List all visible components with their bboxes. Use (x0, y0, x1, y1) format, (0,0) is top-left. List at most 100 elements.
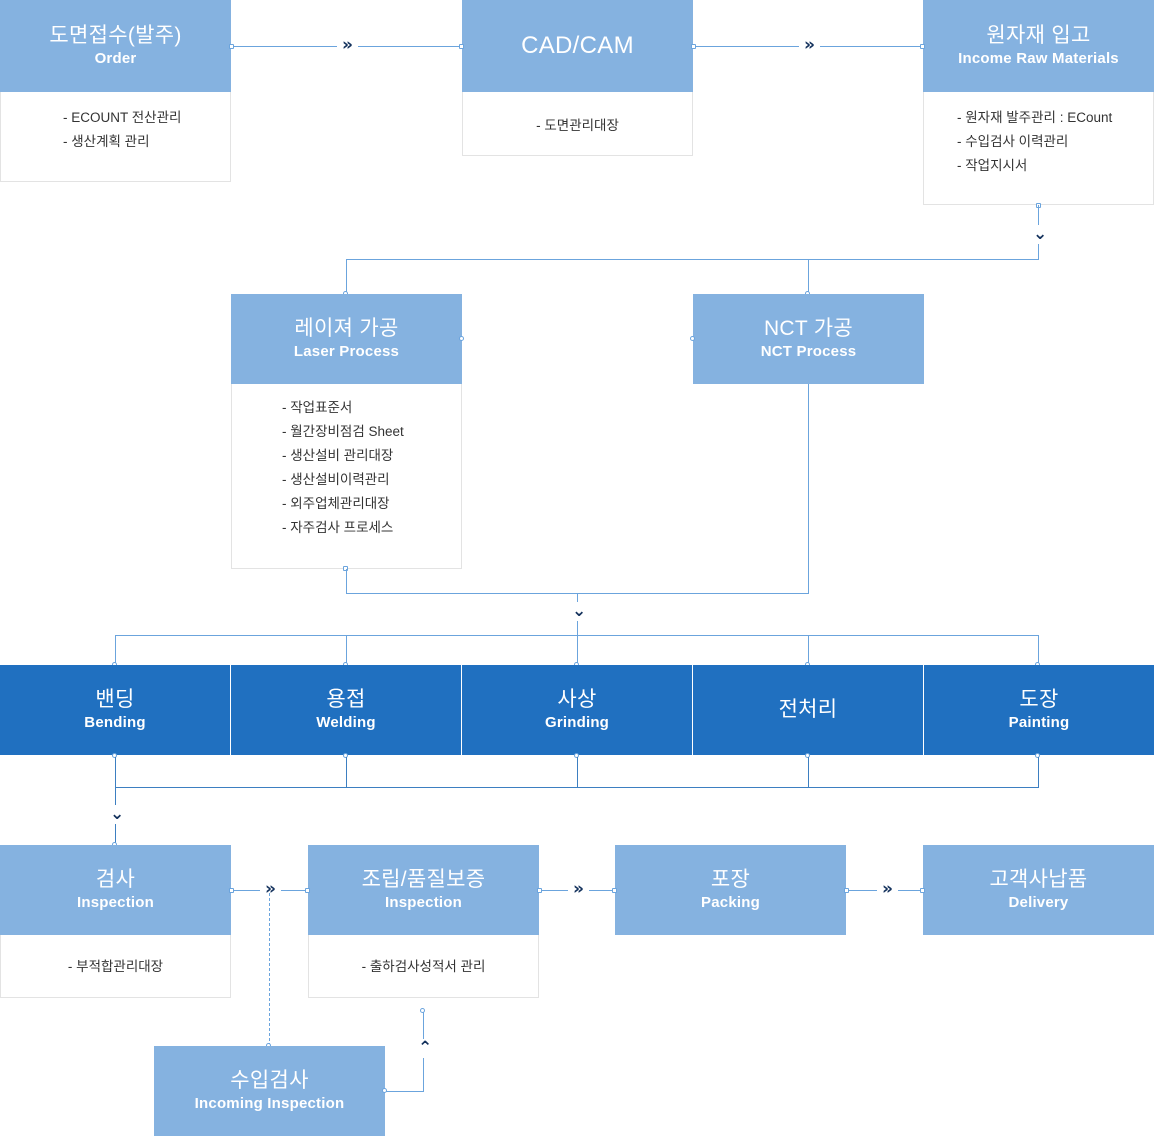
node-welding[interactable]: 용접 Welding (231, 665, 461, 755)
node-raw-materials[interactable]: 원자재 입고 Income Raw Materials - 원자재 발주관리 :… (923, 0, 1154, 205)
node-assembly-qa-header: 조립/품질보증 Inspection (308, 845, 539, 935)
node-nct-process[interactable]: NCT 가공 NCT Process (693, 294, 924, 384)
detail-item: - 부적합관리대장 (67, 959, 164, 974)
detail-item: - 생산계획 관리 (63, 134, 150, 149)
node-welding-header: 용접 Welding (231, 665, 461, 755)
node-nct-title-en: NCT Process (760, 342, 857, 360)
node-painting-header: 도장 Painting (924, 665, 1154, 755)
node-bending-title-en: Bending (84, 713, 146, 731)
connector-laser-down (346, 569, 347, 593)
node-bending-title-kr: 밴딩 (95, 688, 135, 712)
connector-welding-down (346, 757, 347, 787)
connector-branch-to-pretreat (808, 635, 809, 665)
node-pretreatment-title-kr: 전처리 (778, 698, 838, 722)
node-nct-title-kr: NCT 가공 (763, 317, 854, 341)
node-bending-header: 밴딩 Bending (0, 665, 230, 755)
node-raw-materials-title-kr: 원자재 입고 (986, 24, 1091, 48)
node-order-title-en: Order (94, 49, 137, 67)
node-inspection-details: - 부적합관리대장 (0, 935, 231, 998)
connector-branch-to-welding (346, 635, 347, 665)
detail-item: - 출하검사성적서 관리 (361, 959, 486, 974)
node-grinding[interactable]: 사상 Grinding (462, 665, 692, 755)
node-laser-details: - 작업표준서 - 월간장비점검 Sheet - 생산설비 관리대장 - 생산설… (231, 384, 462, 569)
detail-item: - 자주검사 프로세스 (282, 520, 394, 535)
connector-endpoint-dot (844, 888, 849, 893)
process-flow-diagram: 도면접수(발주) Order - ECOUNT 전산관리 - 생산계획 관리 C… (0, 0, 1154, 1137)
arrow-down-icon: ⌄ (1031, 224, 1050, 244)
connector-incoming-return-h (386, 1091, 424, 1092)
detail-item: - ECOUNT 전산관리 (63, 110, 182, 125)
node-assembly-qa[interactable]: 조립/품질보증 Inspection - 출하검사성적서 관리 (308, 845, 539, 998)
arrow-right-icon: » (877, 881, 898, 898)
node-cadcam-details: - 도면관리대장 (462, 92, 693, 156)
node-assembly-qa-title-en: Inspection (384, 893, 462, 911)
detail-item: - 도면관리대장 (536, 118, 619, 133)
node-pretreatment-header: 전처리 (693, 665, 923, 755)
node-laser-title-kr: 레이져 가공 (294, 317, 399, 341)
arrow-right-icon: » (337, 37, 358, 54)
node-incoming-inspection-title-en: Incoming Inspection (194, 1094, 345, 1112)
node-laser-title-en: Laser Process (293, 342, 400, 360)
connector-bending-down (115, 757, 116, 787)
node-packing[interactable]: 포장 Packing (615, 845, 846, 935)
node-raw-materials-details: - 원자재 발주관리 : ECount - 수입검사 이력관리 - 작업지시서 (923, 92, 1154, 205)
node-welding-title-kr: 용접 (326, 688, 366, 712)
node-cadcam-title-kr: CAD/CAM (521, 31, 634, 59)
node-order-header: 도면접수(발주) Order (0, 0, 231, 92)
detail-item: - 외주업체관리대장 (282, 496, 390, 511)
connector-nct-down (808, 384, 809, 593)
connector-endpoint-dot (420, 1008, 425, 1013)
connector-endpoint-dot (459, 44, 464, 49)
node-assembly-qa-details: - 출하검사성적서 관리 (308, 935, 539, 998)
connector-branch-to-bending (115, 635, 116, 665)
node-order-details: - ECOUNT 전산관리 - 생산계획 관리 (0, 92, 231, 182)
connector-endpoint-dot (459, 336, 464, 341)
node-painting[interactable]: 도장 Painting (924, 665, 1154, 755)
node-laser-header: 레이져 가공 Laser Process (231, 294, 462, 384)
node-cadcam-header: CAD/CAM (462, 0, 693, 92)
arrow-right-icon: » (260, 881, 281, 898)
node-incoming-inspection-header: 수입검사 Incoming Inspection (154, 1046, 385, 1136)
node-painting-title-kr: 도장 (1019, 688, 1059, 712)
detail-item: - 원자재 발주관리 : ECount (957, 110, 1113, 125)
node-raw-materials-title-en: Income Raw Materials (958, 49, 1119, 67)
node-incoming-inspection-title-kr: 수입검사 (230, 1069, 309, 1093)
node-order[interactable]: 도면접수(발주) Order - ECOUNT 전산관리 - 생산계획 관리 (0, 0, 231, 182)
node-order-title-kr: 도면접수(발주) (49, 24, 182, 48)
detail-item: - 작업표준서 (282, 400, 353, 415)
connector-pretreatment-down (808, 757, 809, 787)
node-painting-title-en: Painting (1008, 713, 1070, 731)
node-packing-title-kr: 포장 (710, 868, 751, 892)
node-laser-process[interactable]: 레이져 가공 Laser Process - 작업표준서 - 월간장비점검 Sh… (231, 294, 462, 569)
connector-dashed-to-incoming (269, 893, 270, 1046)
connector-endpoint-dot (920, 44, 925, 49)
node-cadcam[interactable]: CAD/CAM - 도면관리대장 (462, 0, 693, 156)
node-incoming-inspection[interactable]: 수입검사 Incoming Inspection (154, 1046, 385, 1136)
connector-branch-to-nct (808, 259, 809, 294)
connector-endpoint-dot (612, 888, 617, 893)
connector-merge-bar-row4 (115, 787, 1039, 788)
node-grinding-header: 사상 Grinding (462, 665, 692, 755)
connector-endpoint-dot (229, 44, 234, 49)
connector-endpoint-dot (537, 888, 542, 893)
node-bending[interactable]: 밴딩 Bending (0, 665, 230, 755)
node-delivery[interactable]: 고객사납품 Delivery (923, 845, 1154, 935)
node-inspection-header: 검사 Inspection (0, 845, 231, 935)
node-pretreatment[interactable]: 전처리 (693, 665, 923, 755)
node-inspection-title-kr: 검사 (95, 868, 136, 892)
node-packing-title-en: Packing (701, 893, 760, 911)
node-assembly-qa-title-kr: 조립/품질보증 (361, 868, 486, 892)
connector-endpoint-dot (229, 888, 234, 893)
node-inspection-title-en: Inspection (76, 893, 154, 911)
connector-branch-to-painting (1038, 635, 1039, 665)
node-delivery-title-en: Delivery (1008, 893, 1069, 911)
node-inspection[interactable]: 검사 Inspection - 부적합관리대장 (0, 845, 231, 998)
arrow-down-icon: ⌄ (570, 601, 589, 621)
connector-grinding-down (577, 757, 578, 787)
connector-split-bar-row2 (346, 259, 1039, 260)
connector-branch-to-grinding (577, 635, 578, 665)
connector-endpoint-dot (305, 888, 310, 893)
node-grinding-title-kr: 사상 (557, 688, 597, 712)
arrow-right-icon: » (568, 881, 589, 898)
connector-branch-to-laser (346, 259, 347, 294)
